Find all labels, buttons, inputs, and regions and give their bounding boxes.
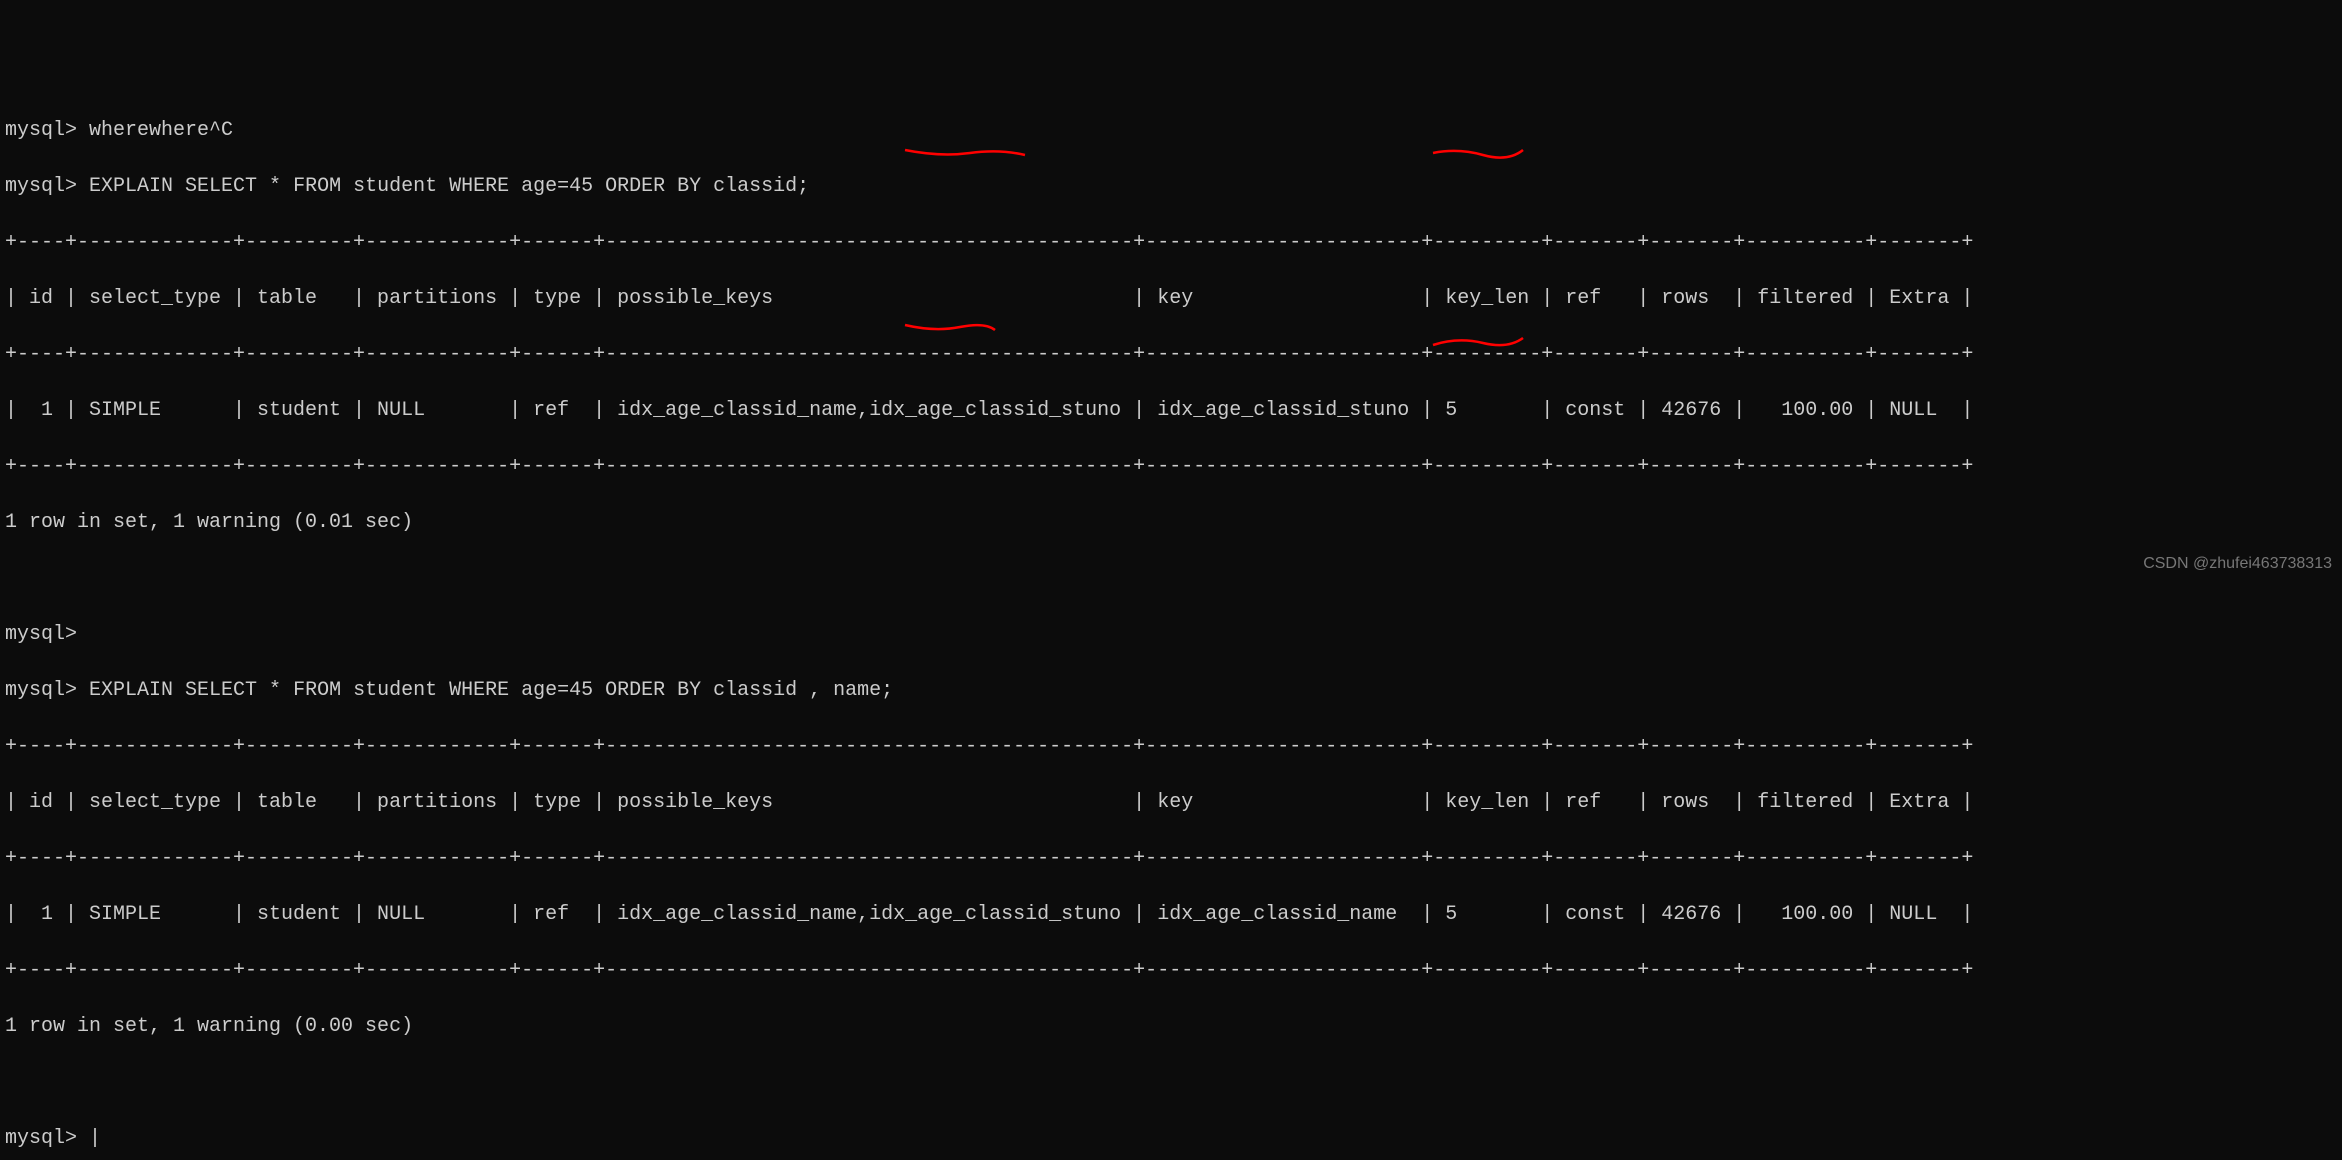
- table-separator: +----+-------------+---------+----------…: [5, 733, 2337, 761]
- cursor: |: [89, 1127, 101, 1150]
- table-separator: +----+-------------+---------+----------…: [5, 453, 2337, 481]
- table-separator: +----+-------------+---------+----------…: [5, 229, 2337, 257]
- table-data-row-1: | 1 | SIMPLE | student | NULL | ref | id…: [5, 397, 2337, 425]
- mysql-prompt: mysql>: [5, 679, 77, 702]
- annotation-underline-1: [900, 145, 1030, 165]
- active-prompt[interactable]: mysql> |: [5, 1125, 2337, 1153]
- mysql-prompt: mysql>: [5, 1127, 77, 1150]
- cancelled-input: wherewhere^C: [89, 119, 233, 142]
- query-line-1: mysql> EXPLAIN SELECT * FROM student WHE…: [5, 173, 2337, 201]
- blank-line: [5, 1069, 2337, 1097]
- query-text-1: EXPLAIN SELECT * FROM student WHERE age=…: [89, 175, 809, 198]
- watermark-text: CSDN @zhufei463738313: [2143, 553, 2332, 575]
- query-text-2: EXPLAIN SELECT * FROM student WHERE age=…: [89, 679, 893, 702]
- table-header-row: | id | select_type | table | partitions …: [5, 789, 2337, 817]
- prompt-line-cancelled: mysql> wherewhere^C: [5, 117, 2337, 145]
- mysql-prompt: mysql>: [5, 119, 77, 142]
- result-line-2: 1 row in set, 1 warning (0.00 sec): [5, 1013, 2337, 1041]
- query-line-2: mysql> EXPLAIN SELECT * FROM student WHE…: [5, 677, 2337, 705]
- annotation-underline-2: [1428, 145, 1528, 165]
- table-data-row-2: | 1 | SIMPLE | student | NULL | ref | id…: [5, 901, 2337, 929]
- table-separator: +----+-------------+---------+----------…: [5, 341, 2337, 369]
- table-separator: +----+-------------+---------+----------…: [5, 845, 2337, 873]
- annotation-underline-3: [900, 320, 1000, 340]
- mysql-prompt: mysql>: [5, 175, 77, 198]
- table-header-row: | id | select_type | table | partitions …: [5, 285, 2337, 313]
- table-separator: +----+-------------+---------+----------…: [5, 957, 2337, 985]
- empty-prompt: mysql>: [5, 621, 2337, 649]
- blank-line: [5, 565, 2337, 593]
- mysql-prompt: mysql>: [5, 623, 77, 646]
- result-line-1: 1 row in set, 1 warning (0.01 sec): [5, 509, 2337, 537]
